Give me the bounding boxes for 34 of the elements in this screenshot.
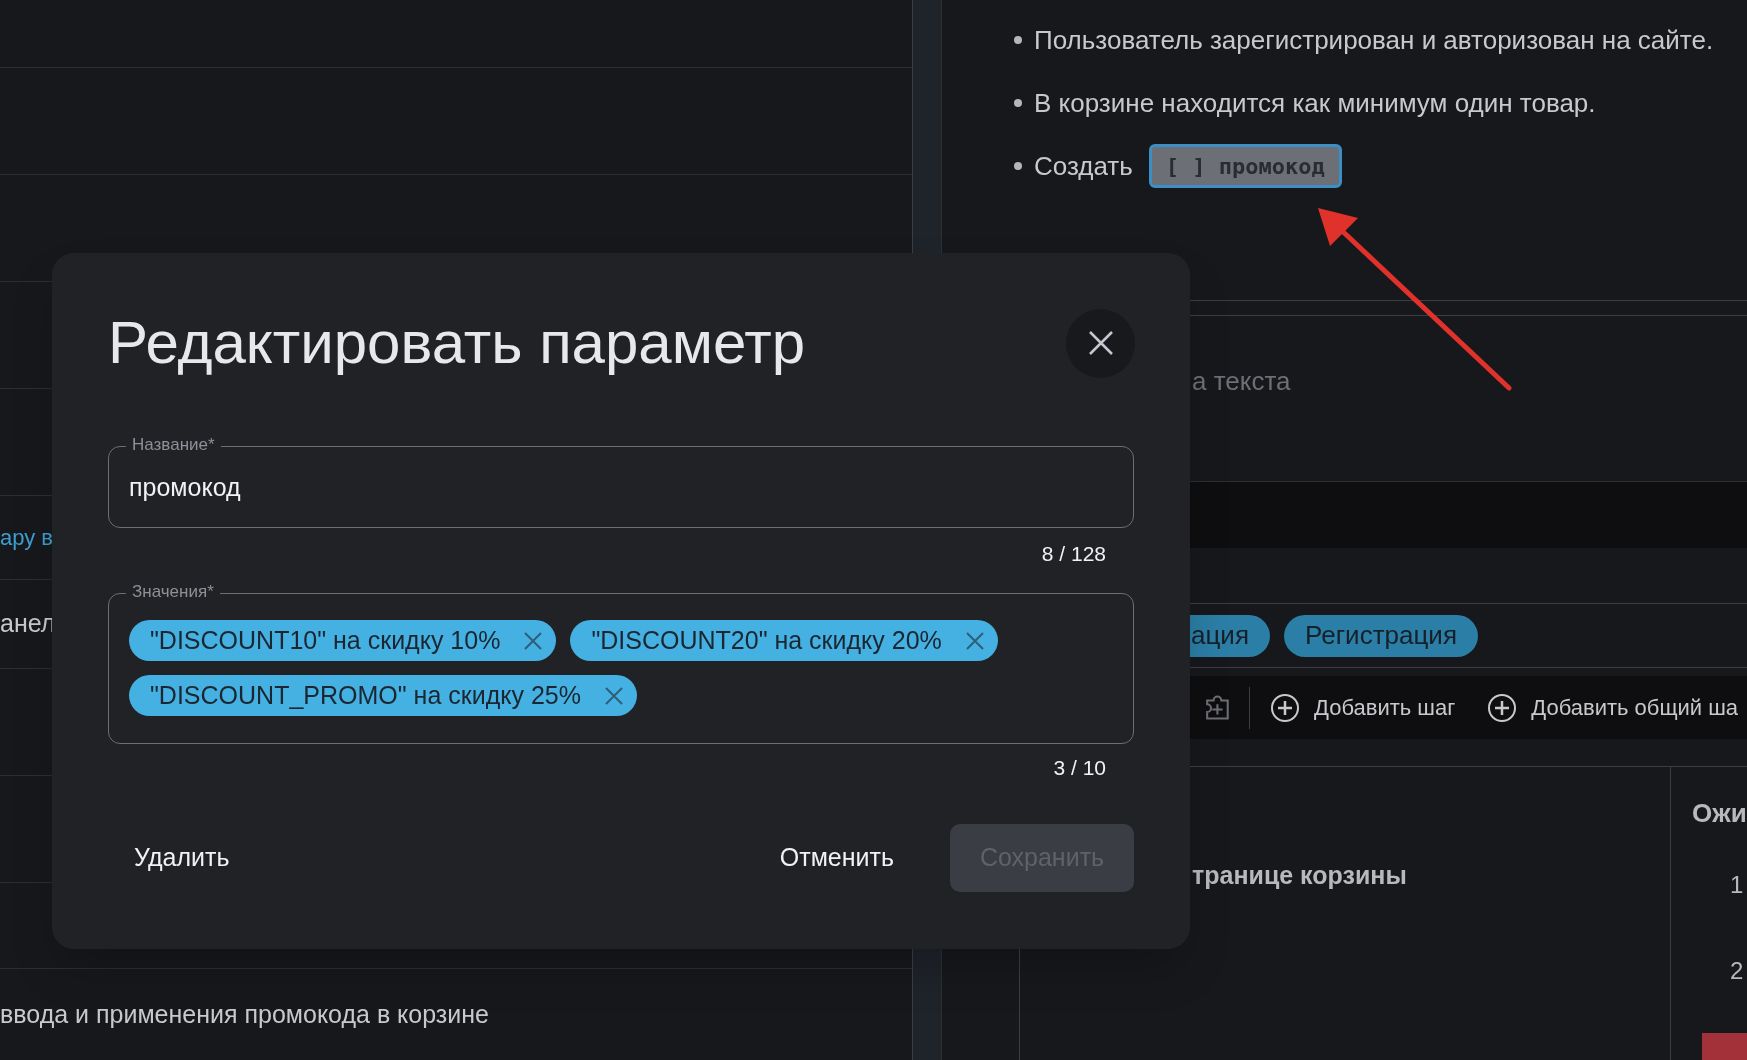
- bullet: [1014, 36, 1022, 44]
- cancel-button[interactable]: Отменить: [751, 824, 922, 892]
- precondition-text: Создать: [1034, 149, 1133, 183]
- value-chip[interactable]: "DISCOUNT20" на скидку 20%: [570, 620, 998, 661]
- chip-text: "DISCOUNT20" на скидку 20%: [591, 624, 942, 656]
- step-text: транице корзины: [1192, 861, 1407, 889]
- remove-icon[interactable]: [524, 631, 543, 650]
- remove-icon[interactable]: [604, 686, 623, 705]
- remove-icon[interactable]: [965, 631, 984, 650]
- close-icon: [1087, 330, 1114, 356]
- value-chip[interactable]: "DISCOUNT10" на скидку 10%: [129, 620, 557, 661]
- add-step-button[interactable]: Добавить шаг: [1270, 691, 1456, 724]
- plus-circle-icon: [1487, 692, 1518, 723]
- delete-button[interactable]: Удалить: [106, 824, 258, 892]
- row-link[interactable]: ару в: [0, 521, 54, 554]
- chip-text: "DISCOUNT10" на скидку 10%: [150, 624, 501, 656]
- precondition-text: Пользователь зарегистрирован и авторизован на сайте.: [1034, 23, 1714, 57]
- description-placeholder: а текста: [1192, 366, 1291, 396]
- add-step-button[interactable]: Добавить общий ша: [1487, 691, 1739, 724]
- row-text: ввода и применения промокода в корзине: [0, 998, 489, 1030]
- bullet: [1014, 162, 1022, 170]
- chip-text: "DISCOUNT_PROMO" на скидку 25%: [150, 679, 581, 711]
- row-number: 1: [1730, 871, 1745, 899]
- status-block: [1702, 1033, 1747, 1060]
- value-chip[interactable]: "DISCOUNT_PROMO" на скидку 25%: [129, 675, 637, 716]
- character-counter: 3 / 10: [1053, 755, 1106, 781]
- precondition-text: В корзине находится как минимум один товар.: [1034, 86, 1596, 120]
- plus-circle-icon: [1270, 692, 1300, 723]
- bullet: [1014, 99, 1022, 107]
- tag: Регистрация: [1283, 614, 1478, 657]
- dialog-title: Редактировать параметр: [108, 308, 806, 378]
- character-counter: 8 / 128: [1041, 541, 1106, 567]
- row-number: 2: [1730, 957, 1745, 985]
- column-header: Ожи: [1692, 797, 1747, 830]
